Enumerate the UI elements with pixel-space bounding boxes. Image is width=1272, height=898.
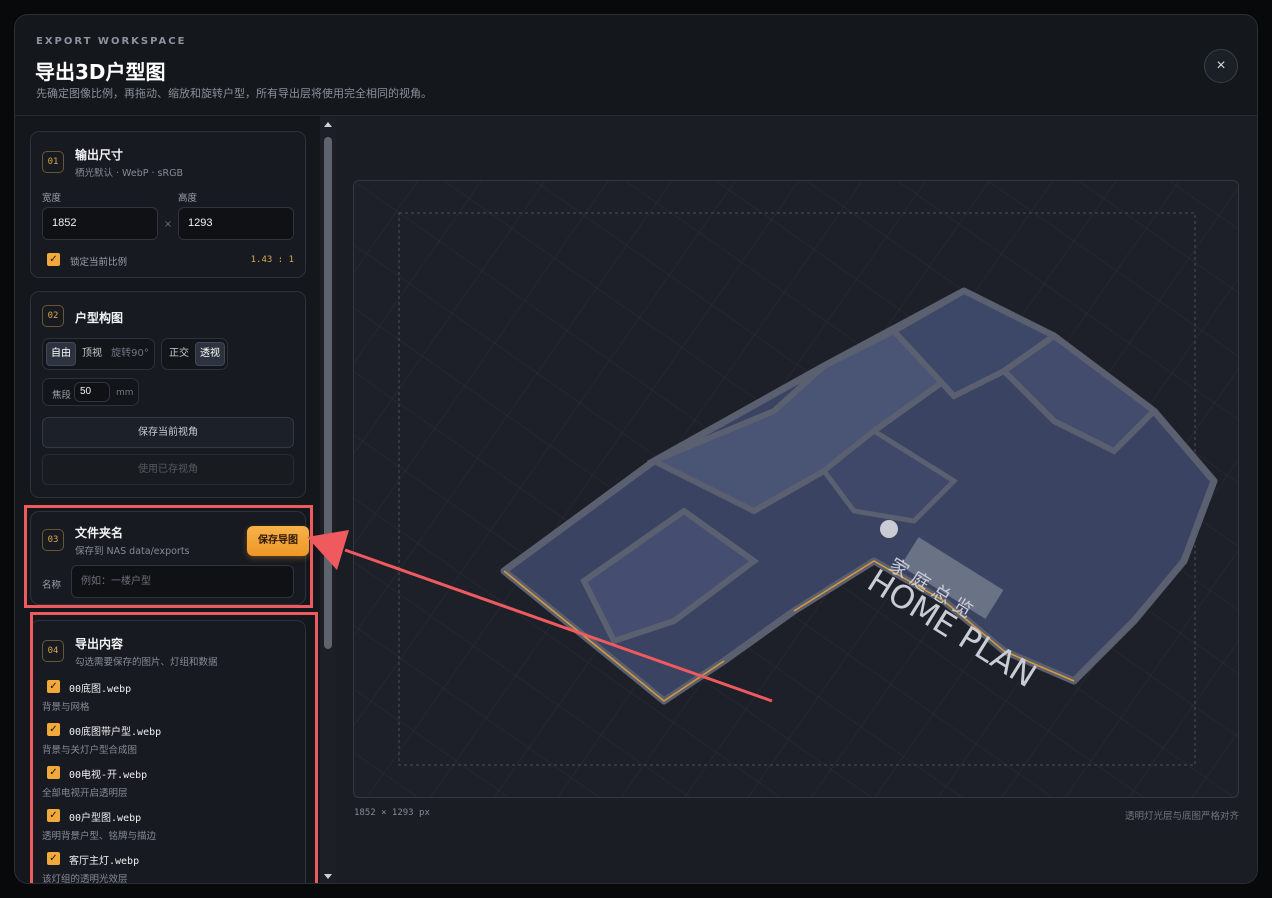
annotation-arrow: [307, 530, 773, 703]
arrow-shaft: [344, 548, 773, 703]
arrow-head: [307, 530, 349, 570]
export-modal: EXPORT WORKSPACE 导出3D户型图 先确定图像比例，再拖动、缩放和…: [14, 14, 1258, 884]
